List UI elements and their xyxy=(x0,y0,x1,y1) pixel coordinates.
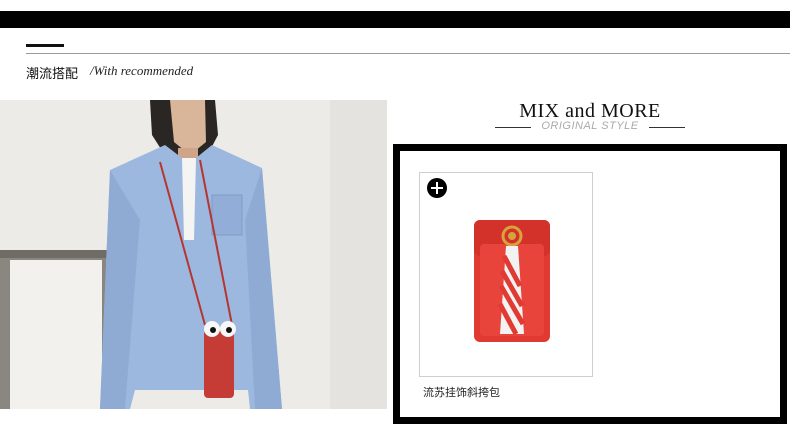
product-image[interactable] xyxy=(466,216,558,346)
mix-subtitle-row: ORIGINAL STYLE xyxy=(495,120,685,134)
model-photo xyxy=(0,100,387,409)
model-illustration xyxy=(0,100,387,409)
bag-illustration xyxy=(474,220,550,342)
section-divider xyxy=(26,53,790,54)
top-banner-bar xyxy=(0,11,790,28)
product-name[interactable]: 流苏挂饰斜挎包 xyxy=(423,384,500,400)
mix-subtitle: ORIGINAL STYLE xyxy=(541,120,639,132)
section-accent-line xyxy=(26,44,64,47)
mix-subtitle-line-right xyxy=(649,127,685,128)
section-title: 潮流搭配 xyxy=(26,67,79,82)
section-subtitle: /With recommended xyxy=(90,63,194,78)
plus-circle-icon[interactable] xyxy=(427,178,447,198)
